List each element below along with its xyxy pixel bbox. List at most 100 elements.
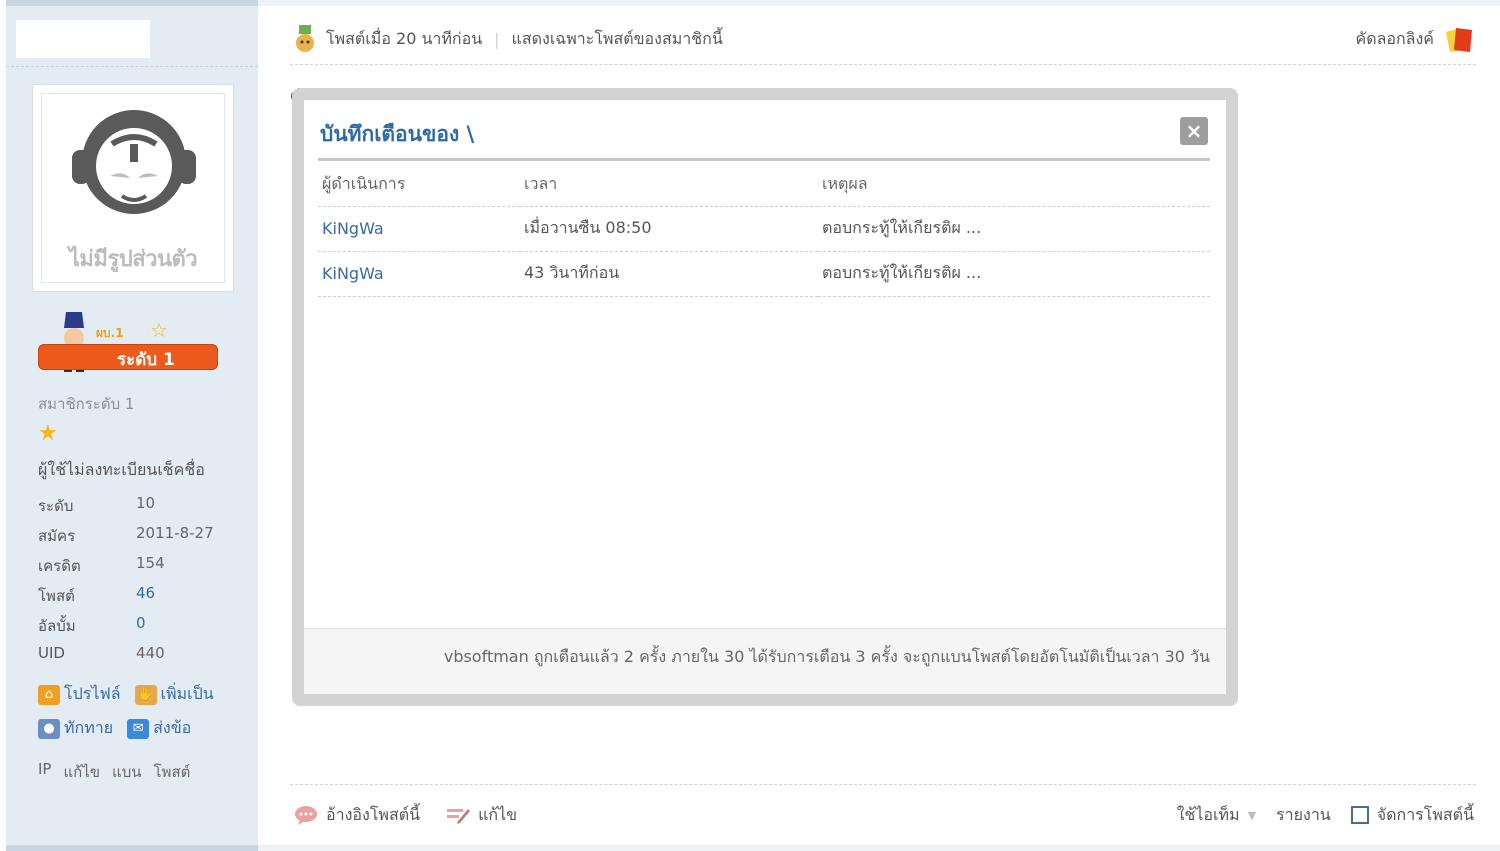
copy-link-icon <box>1446 28 1472 52</box>
copy-link-button[interactable]: คัดลอกลิงค์ <box>1355 24 1476 54</box>
envelope-icon: ✉ <box>127 718 150 739</box>
warning-reason: ตอบกระทู้ให้เกียรติผ ... <box>818 251 1210 297</box>
quote-button[interactable]: อ้างอิงโพสต์นี้ <box>294 803 420 828</box>
edit-pencil-icon <box>447 809 471 824</box>
stat-row: เครดิต 154 <box>38 554 238 584</box>
edit-button[interactable]: แก้ไข <box>446 803 517 828</box>
stat-row: โพสต์ 46 <box>38 584 238 614</box>
add-friend-label: เพิ่มเป็น <box>160 684 214 703</box>
stat-label: เครดิต <box>38 557 81 575</box>
album-count-link[interactable]: 0 <box>136 614 146 644</box>
greet-icon: ● <box>38 718 60 739</box>
only-this-member-link[interactable]: แสดงเฉพาะโพสต์ของสมาชิกนี้ <box>512 27 723 52</box>
stat-row: อัลบั้ม 0 <box>38 614 238 644</box>
warning-time: 43 วินาทีก่อน <box>520 251 818 297</box>
operator-link[interactable]: KiNgWa <box>318 251 520 297</box>
add-friend-link[interactable]: ✋ เพิ่มเป็น <box>134 682 214 707</box>
default-avatar-icon <box>72 110 196 214</box>
profile-link-label: โปรไฟล์ <box>64 684 121 703</box>
home-icon: ⌂ <box>38 684 60 705</box>
report-link[interactable]: รายงาน <box>1276 803 1331 828</box>
column-time: เวลา <box>520 164 818 207</box>
rank-bar-label: ระดับ 1 <box>117 350 175 370</box>
warning-table: ผู้ดำเนินการ เวลา เหตุผล KiNgWa เมื่อวาน… <box>318 164 1210 297</box>
warning-reason: ตอบกระทู้ให้เกียรติผ ... <box>818 206 1210 252</box>
stat-value: 154 <box>136 554 165 572</box>
warning-time: เมื่อวานซืน 08:50 <box>520 206 818 252</box>
copy-link-label: คัดลอกลิงค์ <box>1355 28 1434 48</box>
warning-summary: vbsoftman ถูกเตือนแล้ว 2 ครั้ง ภายใน 30 … <box>304 628 1226 694</box>
avatar-caption: ไม่มีรูปส่วนตัว <box>68 247 198 272</box>
post-toolbar: อ้างอิงโพสต์นี้ แก้ไข ใช้ไอเท็ม ▼ รายงาน… <box>294 800 1474 830</box>
manage-post-option: จัดการโพสต์นี้ <box>1350 803 1474 828</box>
toolbar-right: ใช้ไอเท็ม ▼ รายงาน จัดการโพสต์นี้ <box>1177 803 1474 828</box>
group-star-icon: ★ <box>38 421 58 446</box>
post-time: โพสต์เมื่อ 20 นาทีก่อน <box>326 28 483 48</box>
table-row: KiNgWa เมื่อวานซืน 08:50 ตอบกระทู้ให้เกี… <box>318 206 1210 252</box>
avatar[interactable]: ไม่มีรูปส่วนตัว <box>32 84 234 292</box>
sidebar-divider <box>6 66 258 67</box>
dialog-title: บันทึกเตือนของ \ <box>320 122 475 146</box>
admin-links: IP แก้ไข แบน โพสต์ <box>38 760 190 784</box>
operator-link[interactable]: KiNgWa <box>318 206 520 252</box>
stat-label: สมัคร <box>38 527 76 545</box>
member-stats: ระดับ 10 สมัคร 2011-8-27 เครดิต 154 โพสต… <box>38 494 238 674</box>
rank-badge: ผบ.1 ☆ ระดับ 1 <box>38 308 220 374</box>
rank-small-label: ผบ.1 <box>96 326 124 340</box>
avatar-inner: ไม่มีรูปส่วนตัว <box>41 93 225 283</box>
poster-medal-icon <box>296 25 314 52</box>
admin-ip-link[interactable]: IP <box>38 760 51 784</box>
greet-label: ทักทาย <box>64 718 114 737</box>
bottom-divider <box>290 784 1476 785</box>
member-group[interactable]: สมาชิกระดับ 1 <box>38 392 134 416</box>
stat-label: โพสต์ <box>38 587 75 605</box>
send-message-link[interactable]: ✉ ส่งข้อ <box>127 716 191 741</box>
stat-row: สมัคร 2011-8-27 <box>38 524 238 554</box>
stat-value: 2011-8-27 <box>136 524 214 542</box>
warning-log-dialog: บันทึกเตือนของ \ × ผู้ดำเนินการ เวลา เหต… <box>292 88 1238 706</box>
contact-actions: ● ทักทาย ✉ ส่งข้อ <box>38 716 191 741</box>
footer-rule <box>258 845 1500 851</box>
posts-count-link[interactable]: 46 <box>136 584 155 614</box>
send-message-label: ส่งข้อ <box>153 718 192 737</box>
top-rule <box>258 0 1500 6</box>
manage-post-label: จัดการโพสต์นี้ <box>1376 804 1474 824</box>
table-row: KiNgWa 43 วินาทีก่อน ตอบกระทู้ให้เกียรติ… <box>318 251 1210 297</box>
handshake-icon: ✋ <box>134 684 157 705</box>
use-item-label: ใช้ไอเท็ม <box>1176 804 1240 824</box>
admin-edit-link[interactable]: แก้ไข <box>63 760 100 784</box>
checkin-note: ผู้ใช้ไม่ลงทะเบียนเช็คชื่อ <box>38 460 205 479</box>
warning-log-panel: บันทึกเตือนของ \ × ผู้ดำเนินการ เวลา เหต… <box>304 100 1226 694</box>
stat-value: 10 <box>136 494 156 512</box>
column-reason: เหตุผล <box>818 164 1210 207</box>
stat-label: อัลบั้ม <box>38 617 76 635</box>
stat-value: 440 <box>136 644 165 662</box>
username-placeholder[interactable] <box>16 20 150 58</box>
profile-link[interactable]: ⌂ โปรไฟล์ <box>38 682 121 707</box>
stat-row: UID 440 <box>38 644 238 674</box>
quote-bubble-icon <box>295 806 317 825</box>
edit-label: แก้ไข <box>478 804 518 824</box>
admin-posts-link[interactable]: โพสต์ <box>154 760 191 784</box>
post-header: โพสต์เมื่อ 20 นาทีก่อน | แสดงเฉพาะโพสต์ข… <box>290 24 1476 54</box>
header-separator: | <box>494 29 500 49</box>
column-operator: ผู้ดำเนินการ <box>318 164 520 207</box>
stat-label: UID <box>38 644 65 662</box>
profile-actions: ⌂ โปรไฟล์ ✋ เพิ่มเป็น <box>38 682 214 707</box>
dialog-title-rule <box>318 158 1210 161</box>
table-header-row: ผู้ดำเนินการ เวลา เหตุผล <box>318 164 1210 207</box>
stat-row: ระดับ 10 <box>38 494 238 524</box>
greet-link[interactable]: ● ทักทาย <box>38 716 113 741</box>
quote-label: อ้างอิงโพสต์นี้ <box>326 804 421 824</box>
toolbar-left: อ้างอิงโพสต์นี้ แก้ไข <box>294 803 517 828</box>
header-divider <box>290 64 1476 65</box>
admin-ban-link[interactable]: แบน <box>112 760 141 784</box>
profile-sidebar: ไม่มีรูปส่วนตัว ผบ.1 ☆ ระดับ 1 สมาชิกระด… <box>6 0 258 851</box>
close-button[interactable]: × <box>1180 117 1208 145</box>
chevron-down-icon: ▼ <box>1247 808 1257 822</box>
rank-star-icon: ☆ <box>150 318 168 342</box>
use-item-dropdown[interactable]: ใช้ไอเท็ม ▼ <box>1177 803 1256 828</box>
manage-post-checkbox[interactable] <box>1350 806 1369 824</box>
stat-label: ระดับ <box>38 497 74 515</box>
rank-bar: ระดับ 1 <box>38 344 218 370</box>
